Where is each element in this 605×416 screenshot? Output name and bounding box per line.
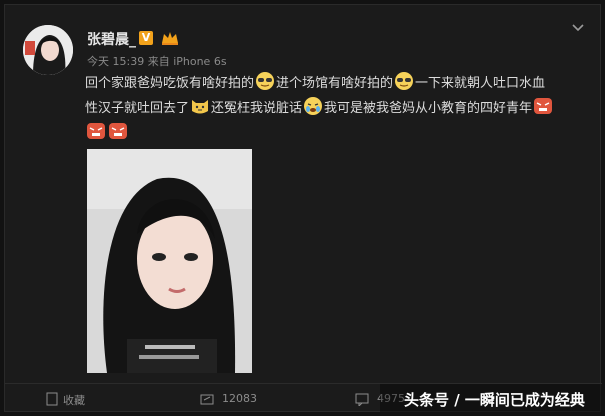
post-text-part: 我可是被我爸妈从小教育的四好青年 [324,101,533,116]
crying-emoji-icon [304,97,323,115]
weibo-post-card: 张碧晨_ V 今天 15:39 来自 iPhone 6s 回个家跟爸妈吃饭有啥好… [4,4,602,412]
angry-emoji-icon [109,123,127,139]
post-text-part: 还冤枉我说脏话 [211,101,303,116]
angry-emoji-icon [87,123,105,139]
angry-emoji-icon [534,98,553,114]
post-meta: 今天 15:39 来自 iPhone 6s [87,55,227,68]
username[interactable]: 张碧晨_ [87,29,136,49]
chevron-down-icon[interactable] [571,23,585,33]
post-photo[interactable] [87,149,252,373]
sunglasses-emoji-icon [395,72,414,90]
cat-emoji-icon [192,100,209,114]
post-text-part: 进个场馆有啥好拍的 [276,76,394,91]
repost-button[interactable]: 12083 [200,392,257,405]
member-crown-icon[interactable] [160,30,180,46]
favorite-button[interactable]: 收藏 [45,392,85,408]
post-text: 回个家跟爸妈吃饭有啥好拍的 进个场馆有啥好拍的 一下来就朝人吐口水血 性汉子就吐回去… [85,71,595,146]
repost-icon [200,394,214,405]
user-avatar[interactable] [23,25,73,75]
post-text-part: 回个家跟爸妈吃饭有啥好拍的 [85,76,255,91]
post-text-part: 性汉子就吐回去了 [85,101,190,116]
sunglasses-emoji-icon [256,72,275,90]
watermark-text: 头条号 / 一瞬间已成为经典 [404,391,585,409]
verified-badge-icon: V [139,31,153,45]
comment-icon [355,393,369,406]
post-text-part: 一下来就朝人吐口水血 [415,76,546,91]
favorite-icon [46,392,58,406]
